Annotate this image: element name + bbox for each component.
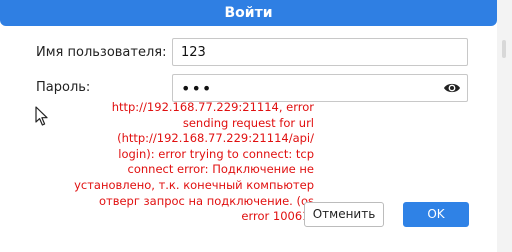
eye-icon[interactable]	[443, 81, 461, 95]
password-label: Пароль:	[36, 80, 91, 95]
background-scrollbar	[502, 40, 506, 58]
mouse-cursor-icon	[35, 106, 48, 126]
dialog-title: Войти	[224, 5, 273, 21]
error-message: http://192.168.77.229:21114, error sendi…	[74, 100, 314, 224]
password-input[interactable]	[172, 74, 468, 102]
login-dialog: Войти Имя пользователя: Пароль: http://1…	[0, 0, 497, 252]
login-dialog-screen: Войти Имя пользователя: Пароль: http://1…	[0, 0, 512, 252]
username-label: Имя пользователя:	[36, 45, 167, 60]
background-window-edge	[497, 0, 512, 252]
cancel-button[interactable]: Отменить	[304, 202, 384, 227]
ok-button[interactable]: OK	[403, 202, 469, 227]
username-input[interactable]	[172, 38, 468, 66]
